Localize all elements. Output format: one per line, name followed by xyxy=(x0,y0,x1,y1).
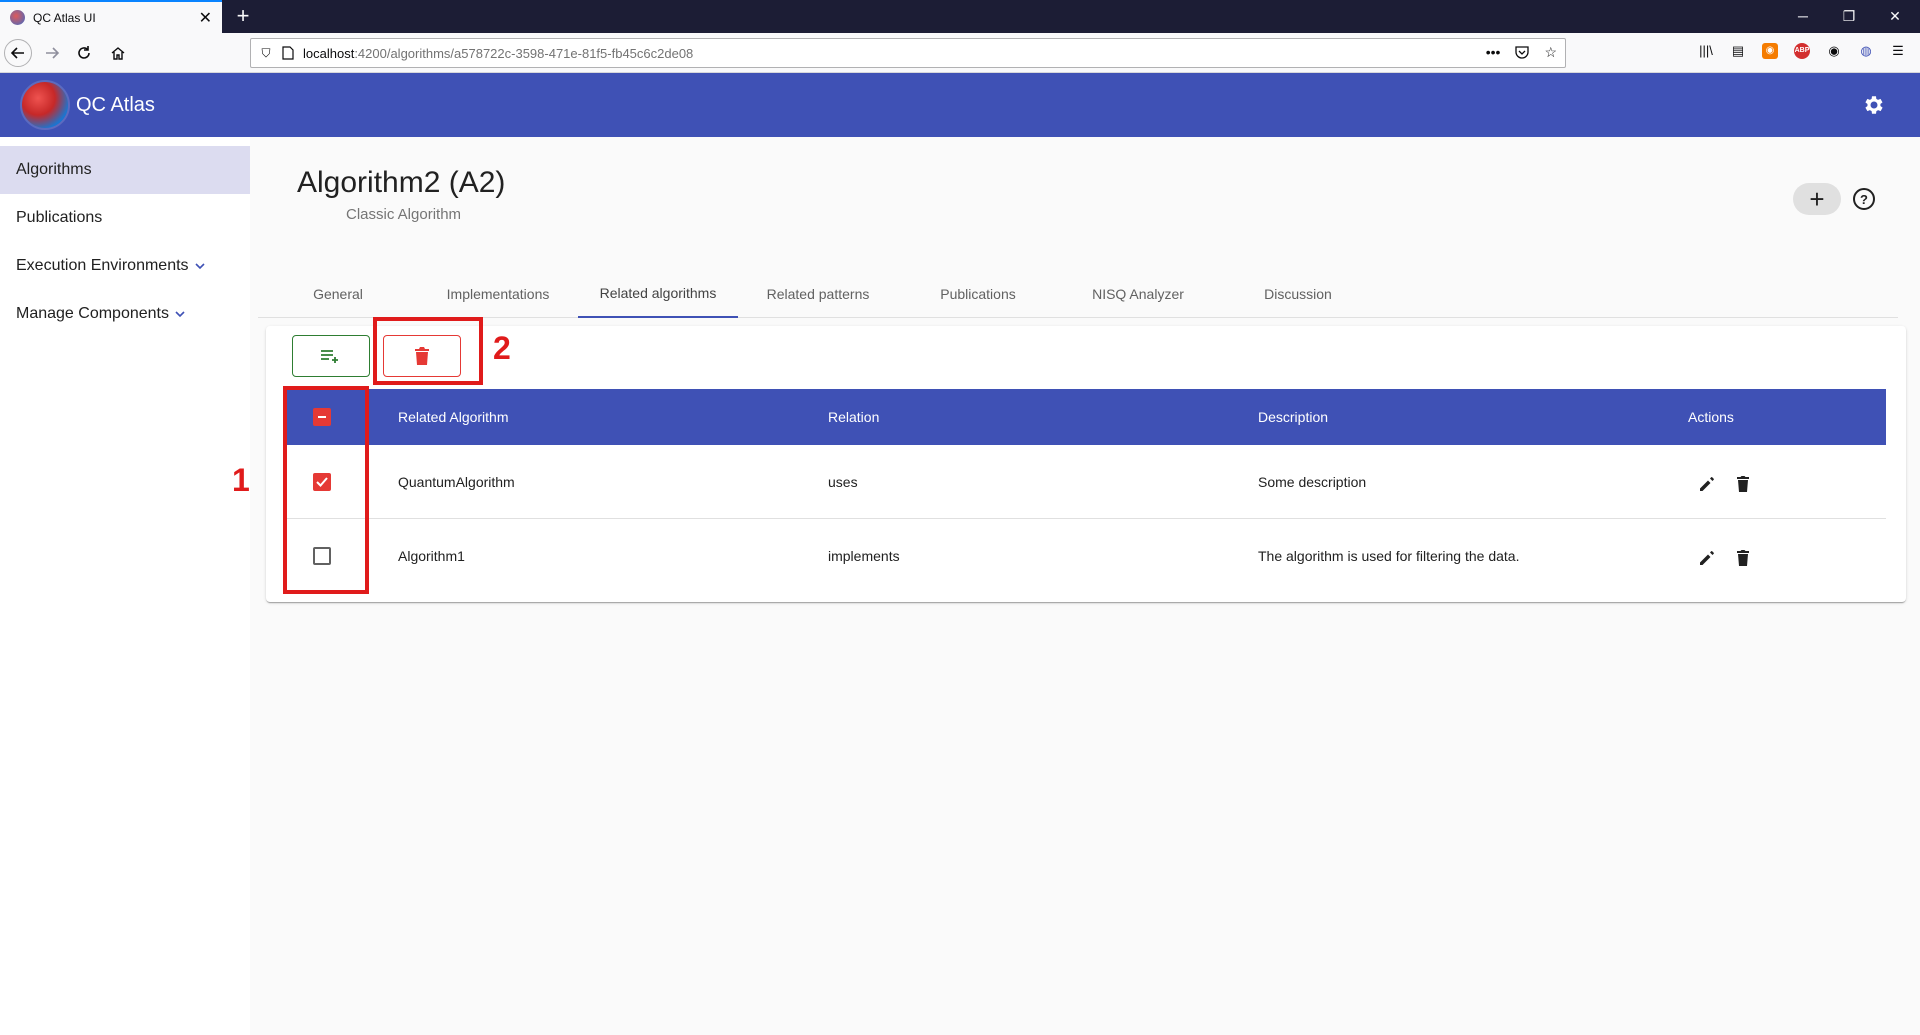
cell-related-algorithm[interactable]: Algorithm1 xyxy=(398,519,465,593)
tab-discussion[interactable]: Discussion xyxy=(1218,270,1378,318)
extension-orange-icon[interactable]: ◉ xyxy=(1762,43,1778,59)
playlist-add-icon xyxy=(321,350,338,363)
settings-gear-icon[interactable] xyxy=(1862,93,1886,117)
url-path: :4200/algorithms/a578722c-3598-471e-81f5… xyxy=(354,45,694,61)
table-row[interactable]: Algorithm1 implements The algorithm is u… xyxy=(286,519,1886,593)
annotation-label-1: 1 xyxy=(232,462,250,498)
library-icon[interactable]: |||\ xyxy=(1698,43,1714,59)
minimize-icon[interactable]: ─ xyxy=(1780,0,1826,33)
add-relation-button[interactable] xyxy=(292,335,370,377)
sidebar-item-algorithms[interactable]: Algorithms xyxy=(0,146,250,194)
favicon-icon xyxy=(10,10,25,25)
page-subtitle: Classic Algorithm xyxy=(346,206,462,223)
chevron-down-icon xyxy=(194,263,205,270)
chevron-down-icon xyxy=(175,311,185,318)
delete-row-icon[interactable] xyxy=(1734,475,1752,493)
new-tab-button[interactable]: + xyxy=(230,3,256,29)
edit-pencil-icon[interactable] xyxy=(1698,549,1716,567)
bookmark-star-icon[interactable]: ☆ xyxy=(1544,44,1557,63)
home-icon[interactable] xyxy=(104,39,132,67)
delete-row-icon[interactable] xyxy=(1734,549,1752,567)
cell-description: Some description xyxy=(1258,473,1367,490)
table-row[interactable]: QuantumAlgorithm uses Some description xyxy=(286,445,1886,519)
browser-navbar: ⛉ localhost:4200/algorithms/a578722c-359… xyxy=(0,33,1920,73)
header-description[interactable]: Description xyxy=(1258,389,1328,445)
pocket-icon[interactable] xyxy=(1514,44,1530,63)
page-title: Algorithm2 (A2) xyxy=(297,166,506,199)
sidebar-item-label: Execution Environments xyxy=(16,257,189,274)
shield-icon[interactable]: ⛉ xyxy=(259,46,273,60)
sidebar-item-execution-environments[interactable]: Execution Environments xyxy=(0,242,250,290)
sidebar-toggle-icon[interactable]: ▤ xyxy=(1730,43,1746,59)
header-related-algorithm[interactable]: Related Algorithm xyxy=(398,389,509,445)
menu-icon[interactable]: ☰ xyxy=(1890,43,1906,59)
url-host: localhost xyxy=(303,45,355,61)
tab-publications[interactable]: Publications xyxy=(898,270,1058,318)
detail-tabs: General Implementations Related algorith… xyxy=(258,270,1898,318)
window-close-icon[interactable]: ✕ xyxy=(1872,0,1918,33)
back-icon[interactable] xyxy=(4,39,32,67)
cell-related-algorithm[interactable]: QuantumAlgorithm xyxy=(398,445,515,518)
page-info-icon[interactable] xyxy=(281,46,295,60)
sidebar: Algorithms Publications Execution Enviro… xyxy=(0,137,250,1035)
edit-pencil-icon[interactable] xyxy=(1698,475,1716,493)
page-actions-icon[interactable]: ••• xyxy=(1486,44,1501,63)
help-icon[interactable]: ? xyxy=(1853,188,1875,210)
annotation-label-2: 2 xyxy=(493,330,511,366)
tab-general[interactable]: General xyxy=(258,270,418,318)
tab-related-algorithms[interactable]: Related algorithms xyxy=(578,270,738,318)
extension-globe-icon[interactable]: ◍ xyxy=(1858,43,1874,59)
sidebar-item-publications[interactable]: Publications xyxy=(0,194,250,242)
cell-relation: implements xyxy=(828,548,900,564)
header-actions: Actions xyxy=(1688,409,1734,425)
table-header: Related Algorithm Relation Description A… xyxy=(286,389,1886,445)
sidebar-item-label: Publications xyxy=(16,209,103,226)
url-bar[interactable]: ⛉ localhost:4200/algorithms/a578722c-359… xyxy=(250,38,1566,68)
browser-tab-title: QC Atlas UI xyxy=(33,10,96,25)
app-header: QC Atlas xyxy=(0,73,1920,137)
app-title: QC Atlas xyxy=(76,93,155,116)
cell-relation: uses xyxy=(828,473,858,490)
annotation-box-delete xyxy=(373,317,483,385)
reload-icon[interactable] xyxy=(70,39,98,67)
related-algorithms-card: Related Algorithm Relation Description A… xyxy=(266,326,1906,602)
browser-tab[interactable]: QC Atlas UI ✕ xyxy=(0,0,222,33)
forward-icon[interactable] xyxy=(38,39,66,67)
annotation-box-checkboxes xyxy=(283,386,369,594)
cell-description: The algorithm is used for filtering the … xyxy=(1258,548,1520,564)
tab-nisq-analyzer[interactable]: NISQ Analyzer xyxy=(1058,270,1218,318)
adblock-icon[interactable]: ABP xyxy=(1794,43,1810,59)
sidebar-item-manage-components[interactable]: Manage Components xyxy=(0,290,250,338)
qc-atlas-logo xyxy=(20,80,70,130)
browser-tab-bar: QC Atlas UI ✕ + ─ ❐ ✕ xyxy=(0,0,1920,33)
tab-implementations[interactable]: Implementations xyxy=(418,270,578,318)
sidebar-item-label: Algorithms xyxy=(16,161,92,178)
header-relation[interactable]: Relation xyxy=(828,389,879,445)
sidebar-item-label: Manage Components xyxy=(16,305,169,322)
restore-icon[interactable]: ❐ xyxy=(1826,0,1872,33)
close-tab-icon[interactable]: ✕ xyxy=(199,8,212,28)
account-icon[interactable]: ◉ xyxy=(1826,43,1842,59)
tab-related-patterns[interactable]: Related patterns xyxy=(738,270,898,318)
add-button[interactable]: + xyxy=(1793,183,1841,215)
